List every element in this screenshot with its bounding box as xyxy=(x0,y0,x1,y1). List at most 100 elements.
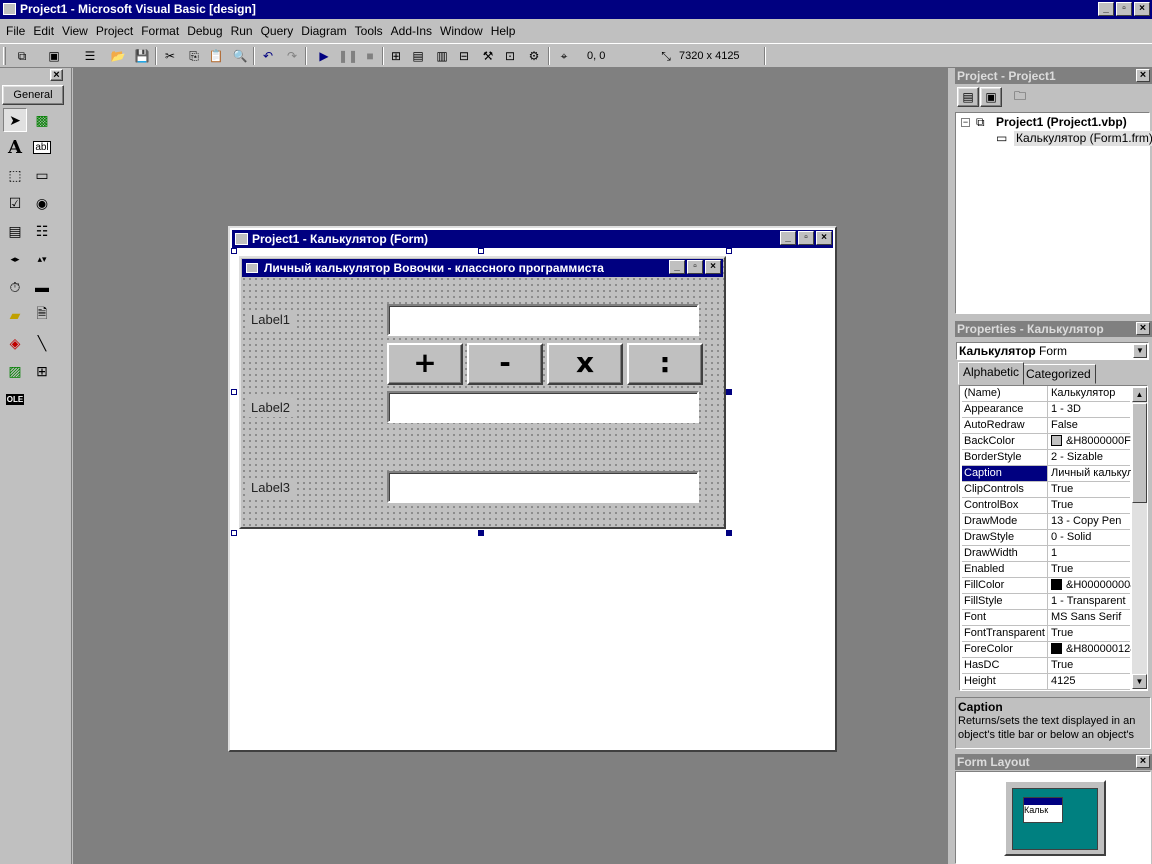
property-value[interactable]: 13 - Copy Pen xyxy=(1049,514,1131,529)
listbox-tool-icon[interactable]: ☷ xyxy=(30,219,54,243)
tree-collapse-icon[interactable]: − xyxy=(961,118,970,127)
find-icon[interactable]: 🔍 xyxy=(230,47,250,65)
label2[interactable]: Label2 xyxy=(247,398,295,417)
hscrollbar-tool-icon[interactable]: ◂▸ xyxy=(3,247,27,271)
cut-icon[interactable]: ✂ xyxy=(160,47,180,65)
scroll-down-icon[interactable]: ▼ xyxy=(1132,674,1147,689)
toggle-folders-icon[interactable]: 🗀 xyxy=(1009,87,1031,107)
properties-close-button[interactable]: × xyxy=(1136,322,1150,335)
scroll-thumb[interactable] xyxy=(1132,403,1147,503)
save-project-icon[interactable]: 💾 xyxy=(132,47,152,65)
filelistbox-tool-icon[interactable]: 🗎 xyxy=(30,303,54,327)
optionbutton-tool-icon[interactable]: ◉ xyxy=(30,191,54,215)
resize-handle-s[interactable] xyxy=(478,530,484,536)
form-close-button[interactable]: × xyxy=(705,260,721,274)
undo-icon[interactable]: ↶ xyxy=(258,47,278,65)
designer-title-bar[interactable]: Project1 - Калькулятор (Form) _ ▫ × xyxy=(232,230,833,248)
checkbox-tool-icon[interactable]: ☑ xyxy=(3,191,27,215)
image-tool-icon[interactable]: ▨ xyxy=(3,359,27,383)
menu-run[interactable]: Run xyxy=(227,20,257,42)
designer-minimize-button[interactable]: _ xyxy=(780,231,796,245)
scroll-up-icon[interactable]: ▲ xyxy=(1132,387,1147,402)
menu-file[interactable]: File xyxy=(2,20,29,42)
menu-tools[interactable]: Tools xyxy=(351,20,387,42)
toolbox-close-button[interactable]: × xyxy=(50,69,63,81)
designer-close-button[interactable]: × xyxy=(816,231,832,245)
toolbox-icon[interactable]: ⚒ xyxy=(478,47,498,65)
project-explorer-icon[interactable]: ⊞ xyxy=(386,47,406,65)
property-value[interactable]: True xyxy=(1049,498,1131,513)
resize-handle-sw[interactable] xyxy=(231,530,237,536)
shape-tool-icon[interactable]: ◈ xyxy=(3,331,27,355)
textbox1[interactable] xyxy=(387,304,699,336)
property-row[interactable]: BorderStyle 2 - Sizable xyxy=(962,450,1130,466)
minus-button[interactable]: - xyxy=(467,343,543,385)
view-object-icon[interactable]: ▣ xyxy=(980,87,1002,107)
property-value[interactable]: True xyxy=(1049,658,1131,673)
property-row[interactable]: FillStyle 1 - Transparent xyxy=(962,594,1130,610)
property-value[interactable]: &H00000000& xyxy=(1049,578,1131,593)
resize-handle-se[interactable] xyxy=(726,530,732,536)
redo-icon[interactable]: ↷ xyxy=(282,47,302,65)
textbox3[interactable] xyxy=(387,471,699,503)
label3[interactable]: Label3 xyxy=(247,478,295,497)
frame-tool-icon[interactable]: ⬚ xyxy=(3,163,27,187)
data-tool-icon[interactable]: ⊞ xyxy=(30,359,54,383)
menu-edit[interactable]: Edit xyxy=(29,20,58,42)
designer-maximize-button[interactable]: ▫ xyxy=(798,231,814,245)
resize-handle-n[interactable] xyxy=(478,248,484,254)
picturebox-tool-icon[interactable]: ▩ xyxy=(30,108,54,132)
menu-help[interactable]: Help xyxy=(487,20,520,42)
resize-handle-e[interactable] xyxy=(726,389,732,395)
pointer-tool-icon[interactable]: ➤ xyxy=(3,108,27,132)
form-maximize-button[interactable]: ▫ xyxy=(687,260,703,274)
object-browser-icon[interactable]: ⊟ xyxy=(454,47,474,65)
add-project-icon[interactable]: ⧉ xyxy=(12,47,32,65)
project-explorer-close-button[interactable]: × xyxy=(1136,69,1150,82)
project-node[interactable]: Project1 (Project1.vbp) xyxy=(996,115,1127,130)
property-value[interactable]: Личный калькулятор Вовочки - классного п… xyxy=(1049,466,1131,481)
menu-diagram[interactable]: Diagram xyxy=(297,20,350,42)
properties-window-icon[interactable]: ▤ xyxy=(408,47,428,65)
resize-handle-nw[interactable] xyxy=(231,248,237,254)
drivelistbox-tool-icon[interactable]: ▬ xyxy=(30,275,54,299)
menu-debug[interactable]: Debug xyxy=(183,20,226,42)
view-code-icon[interactable]: ▤ xyxy=(957,87,979,107)
open-project-icon[interactable]: 📂 xyxy=(108,47,128,65)
multiply-button[interactable]: x xyxy=(547,343,623,385)
property-row[interactable]: Appearance 1 - 3D xyxy=(962,402,1130,418)
line-tool-icon[interactable]: ╲ xyxy=(30,331,54,355)
ole-tool-icon[interactable]: OLE xyxy=(3,387,27,411)
label1[interactable]: Label1 xyxy=(247,310,295,329)
restore-button[interactable]: ▫ xyxy=(1116,2,1132,16)
property-value[interactable]: MS Sans Serif xyxy=(1049,610,1131,625)
vscrollbar-tool-icon[interactable]: ▴▾ xyxy=(30,247,54,271)
label-tool-icon[interactable]: A xyxy=(3,135,27,159)
end-icon[interactable]: ■ xyxy=(360,47,380,65)
chevron-down-icon[interactable]: ▼ xyxy=(1133,344,1147,358)
textbox-tool-icon[interactable]: abl xyxy=(30,135,54,159)
menu-window[interactable]: Window xyxy=(436,20,487,42)
form-minimize-button[interactable]: _ xyxy=(669,260,685,274)
paste-icon[interactable]: 📋 xyxy=(206,47,226,65)
textbox2[interactable] xyxy=(387,391,699,423)
property-row[interactable]: DrawWidth 1 xyxy=(962,546,1130,562)
property-value[interactable]: Калькулятор xyxy=(1049,386,1131,401)
data-view-icon[interactable]: ⊡ xyxy=(500,47,520,65)
start-icon[interactable]: ▶ xyxy=(314,47,334,65)
menu-editor-icon[interactable]: ☰ xyxy=(80,47,100,65)
menu-format[interactable]: Format xyxy=(137,20,183,42)
property-value[interactable]: 1 - Transparent xyxy=(1049,594,1131,609)
property-row[interactable]: ForeColor &H80000012& xyxy=(962,642,1131,658)
form-node[interactable]: Калькулятор (Form1.frm) xyxy=(1014,131,1152,146)
property-row[interactable]: Font MS Sans Serif xyxy=(962,610,1130,626)
tab-categorized[interactable]: Categorized xyxy=(1021,364,1096,384)
tab-alphabetic[interactable]: Alphabetic xyxy=(958,362,1025,385)
property-row[interactable]: FontTransparent True xyxy=(962,626,1130,642)
property-row[interactable]: CaptionЛичный калькулятор Вовочки - клас… xyxy=(962,466,1131,482)
menu-project[interactable]: Project xyxy=(92,20,137,42)
property-value[interactable]: 4125 xyxy=(1049,674,1131,689)
property-row[interactable]: ClipControls True xyxy=(962,482,1130,498)
object-selector[interactable]: Калькулятор Form ▼ xyxy=(956,342,1149,360)
form-layout-close-button[interactable]: × xyxy=(1136,755,1150,768)
